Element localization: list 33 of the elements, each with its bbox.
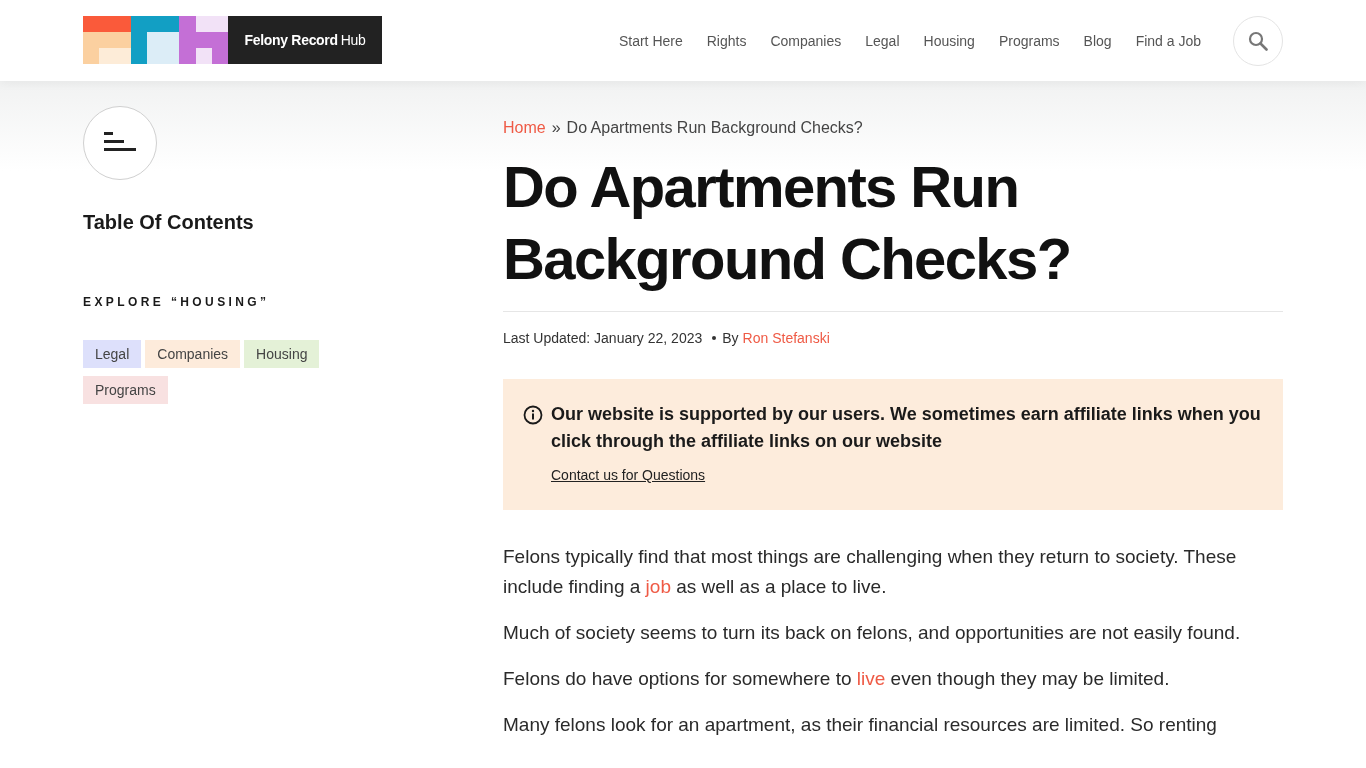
- category-tag[interactable]: Housing: [244, 340, 320, 368]
- category-tag[interactable]: Companies: [145, 340, 241, 368]
- explore-heading: EXPLORE “HOUSING”: [83, 295, 271, 309]
- article-title: Do Apartments Run Background Checks?: [503, 151, 1283, 312]
- contact-link[interactable]: Contact us for Questions: [551, 467, 706, 483]
- nav-link[interactable]: Programs: [998, 32, 1060, 49]
- logo-blocks-icon: [83, 15, 228, 64]
- search-button[interactable]: [1233, 15, 1283, 66]
- toc-title: Table Of Contents: [83, 211, 255, 234]
- category-tag[interactable]: Legal: [83, 340, 142, 368]
- nav-link[interactable]: Start Here: [618, 32, 683, 49]
- notice-text: Our website is supported by our users. We sometimes earn affiliate links when you click through the affiliate links on our website: [551, 403, 1262, 453]
- article-paragraph: Many felons look for an apartment, as their financial resources are limited. So renting: [503, 713, 1218, 737]
- nav-link[interactable]: Companies: [770, 32, 842, 49]
- nav-link[interactable]: Housing: [923, 32, 975, 49]
- article-paragraph: Much of society seems to turn its back on felons, and opportunities are not easily found.: [503, 621, 1242, 645]
- last-updated: Last Updated: January 22, 2023: [503, 330, 703, 346]
- site-logo[interactable]: Felony Record Hub: [83, 15, 382, 64]
- info-icon: [523, 405, 543, 425]
- nav-link[interactable]: Legal: [865, 32, 900, 49]
- breadcrumb-current: Do Apartments Run Background Checks?: [566, 119, 863, 136]
- nav-link[interactable]: Rights: [706, 32, 747, 49]
- nav-link[interactable]: Blog: [1083, 32, 1112, 49]
- article-paragraph: Felons do have options for somewhere to live even though they may be limited.: [503, 667, 1171, 691]
- category-tag[interactable]: Programs: [83, 376, 168, 404]
- search-icon: [1248, 30, 1268, 51]
- toc-lines-icon: [104, 132, 136, 154]
- byline-label: By: [722, 330, 739, 346]
- article-paragraph: Felons typically find that most things are challenging when they return to society. These include finding a job as well as a place to live.: [503, 545, 1238, 599]
- nav-link[interactable]: Find a Job: [1135, 32, 1201, 49]
- breadcrumb-separator: »: [551, 119, 561, 136]
- site-name: Felony Record Hub: [228, 15, 382, 64]
- bullet-icon: [712, 336, 717, 340]
